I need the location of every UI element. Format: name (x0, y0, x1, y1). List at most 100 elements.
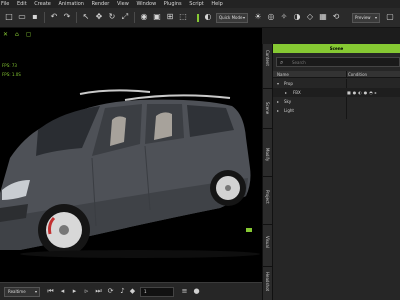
frame-input[interactable]: 1 (140, 287, 174, 297)
column-condition[interactable]: Condition (348, 71, 367, 78)
playback-bar: Realtime ▾ ⏮ ◂ ▸ ▹ ⏭ ⟳ ♪ ◆ 1 ≡ ● (0, 282, 262, 300)
frame-icon[interactable]: ⬚ (178, 12, 188, 22)
tree-column-headers: Name Condition (273, 71, 400, 78)
menu-help[interactable]: Help (208, 0, 225, 8)
save-icon[interactable]: ▪ (30, 12, 40, 22)
wireframe-icon[interactable]: ◇ (305, 12, 315, 22)
expand-icon[interactable]: ▸ (375, 90, 379, 95)
roof-rail-rear (124, 94, 231, 101)
menu-window[interactable]: Window (133, 0, 159, 8)
menu-animation[interactable]: Animation (55, 0, 87, 8)
tree-item-fbx[interactable]: ▸ FBX ■●◐●◓▸ (273, 88, 400, 97)
frame-value: 1 (144, 289, 147, 294)
globe-icon[interactable]: ◎ (266, 12, 276, 22)
pointer-icon[interactable]: ↖ (81, 12, 91, 22)
tab-project[interactable]: Project (263, 190, 273, 220)
rear-hub (225, 185, 231, 191)
tab-content[interactable]: Content (263, 50, 273, 86)
collapse-arrow-icon[interactable]: ▸ (285, 88, 287, 97)
light-bulb-icon[interactable]: ◐ (203, 12, 213, 22)
sun-icon[interactable]: ☀ (253, 12, 263, 22)
undo-icon[interactable]: ↶ (49, 12, 59, 22)
axis-icon[interactable]: ✕ (3, 31, 8, 38)
loop-icon[interactable]: ⟳ (106, 286, 115, 297)
column-name[interactable]: Name (277, 71, 289, 78)
search-placeholder: Search (292, 60, 306, 65)
timeline-icon[interactable]: ≡ (180, 286, 189, 297)
viewport-gizmo[interactable] (246, 228, 252, 232)
menu-create[interactable]: Create (31, 0, 54, 8)
preview-select[interactable]: Preview ▾ (352, 13, 380, 23)
playback-mode-select[interactable]: Realtime ▾ (4, 287, 40, 297)
main-toolbar: □ ▭ ▪ ↶ ↷ ↖ ✥ ↻ ⤢ ◉ ▣ ⊞ ⬚ ◐ Quick Mode ▾… (0, 8, 400, 28)
ground-shadow (20, 250, 260, 258)
menu-edit[interactable]: Edit (14, 0, 30, 8)
collapse-arrow-icon[interactable]: ▸ (277, 106, 279, 115)
menu-bar: File Edit Create Animation Render View W… (0, 0, 400, 8)
rotate-icon[interactable]: ↻ (107, 12, 117, 22)
viewport-toolbar: ✕ ⌂ ▢ (3, 31, 36, 38)
next-frame-icon[interactable]: ▹ (82, 286, 91, 297)
menu-view[interactable]: View (114, 0, 132, 8)
open-folder-icon[interactable]: ▭ (17, 12, 27, 22)
chevron-down-icon: ▾ (34, 289, 37, 294)
chevron-down-icon: ▾ (242, 15, 245, 20)
lamp-icon[interactable]: ✧ (279, 12, 289, 22)
go-to-start-icon[interactable]: ⏮ (46, 286, 55, 297)
toolbar-separator (76, 12, 77, 23)
car-model[interactable] (0, 58, 262, 258)
camera-record-icon[interactable]: ● (192, 286, 201, 297)
scale-icon[interactable]: ⤢ (120, 12, 130, 22)
tab-divider (263, 224, 273, 225)
menu-script[interactable]: Script (186, 0, 207, 8)
playback-mode-label: Realtime (8, 289, 26, 294)
mode-select[interactable]: Quick Mode ▾ (216, 13, 248, 23)
previous-frame-icon[interactable]: ◂ (58, 286, 67, 297)
menu-file[interactable]: File (0, 0, 12, 8)
camera-view-icon[interactable]: ▢ (26, 31, 32, 38)
toolbar-separator (134, 12, 135, 23)
tree-item-prop[interactable]: ▾ Prop (273, 79, 400, 88)
menu-plugins[interactable]: Plugins (161, 0, 185, 8)
toolbar-separator (44, 12, 45, 23)
tree-item-sky[interactable]: ▸ Sky (273, 97, 400, 106)
front-seat (110, 116, 126, 146)
camera-icon[interactable]: ◉ (139, 12, 149, 22)
screen-icon[interactable]: ▢ (385, 12, 395, 22)
tree-item-light[interactable]: ▸ Light (273, 106, 400, 115)
expand-arrow-icon[interactable]: ▾ (277, 79, 279, 88)
menu-render[interactable]: Render (89, 0, 113, 8)
shading-icon[interactable]: ◑ (292, 12, 302, 22)
active-indicator (197, 14, 199, 22)
vertex-icon[interactable]: ⌂ (15, 31, 19, 38)
new-file-icon[interactable]: □ (4, 12, 14, 22)
side-tab-strip: Content Scene Modify Project Visual Head… (262, 44, 273, 300)
render-icon[interactable]: ▣ (152, 12, 162, 22)
redo-icon[interactable]: ↷ (62, 12, 72, 22)
column-divider[interactable] (346, 71, 347, 78)
tab-headshot[interactable]: Headshot (263, 272, 273, 298)
tab-divider (263, 88, 273, 89)
search-input[interactable]: ⌕ Search (276, 57, 400, 67)
sound-icon[interactable]: ♪ (118, 286, 127, 297)
chevron-down-icon: ▾ (374, 15, 377, 20)
tab-divider (263, 176, 273, 177)
texture-icon[interactable]: ▦ (318, 12, 328, 22)
front-hub (59, 225, 69, 235)
tab-modify[interactable]: Modify (263, 148, 273, 178)
play-icon[interactable]: ▸ (70, 286, 79, 297)
move-icon[interactable]: ✥ (94, 12, 104, 22)
reset-icon[interactable]: ⟲ (331, 12, 341, 22)
tab-visual[interactable]: Visual (263, 236, 273, 262)
tab-divider (263, 266, 273, 267)
keyframe-icon[interactable]: ◆ (128, 286, 137, 297)
grid-icon[interactable]: ⊞ (165, 12, 175, 22)
roof-rail-front (79, 89, 151, 95)
3d-viewport[interactable]: ✕ ⌂ ▢ FPS: 73 FPS: 1.0S (0, 28, 262, 282)
search-icon: ⌕ (280, 59, 284, 66)
rear-seat (154, 112, 172, 140)
mode-select-label: Quick Mode (219, 15, 243, 20)
condition-icons[interactable]: ■●◐●◓▸ (347, 88, 379, 97)
go-to-end-icon[interactable]: ⏭ (94, 286, 103, 297)
collapse-arrow-icon[interactable]: ▸ (277, 97, 279, 106)
